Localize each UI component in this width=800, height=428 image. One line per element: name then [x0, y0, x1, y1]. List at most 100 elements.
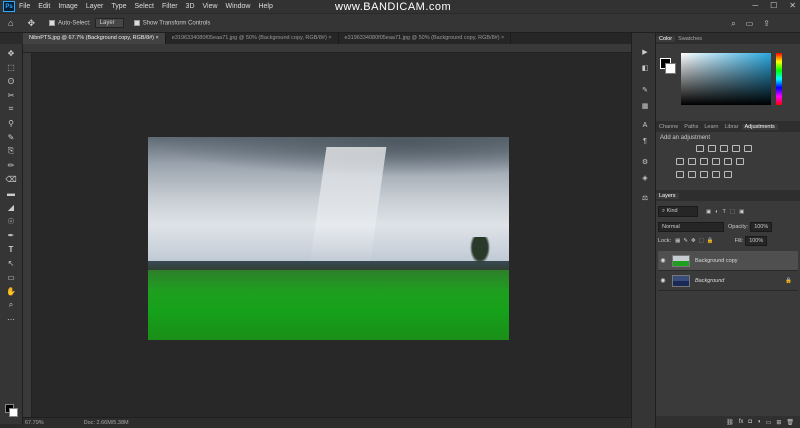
levels-icon[interactable]	[708, 145, 716, 152]
menu-image[interactable]: Image	[58, 3, 77, 10]
layer-row-background-copy[interactable]: ◉ Background copy	[658, 251, 798, 271]
dodge-tool-icon[interactable]: ☉	[5, 216, 17, 226]
lock-icons[interactable]: ▦✎✥⬚🔒	[675, 238, 716, 244]
tab-libraries[interactable]: Librar	[721, 124, 741, 130]
menu-3d[interactable]: 3D	[186, 3, 195, 10]
trash-icon[interactable]: 🗑	[786, 419, 794, 426]
close-button[interactable]: ✕	[789, 1, 796, 10]
tab-paths[interactable]: Paths	[681, 124, 701, 130]
menu-select[interactable]: Select	[135, 3, 154, 10]
document-image[interactable]	[148, 137, 509, 340]
group-icon[interactable]: ▭	[766, 419, 772, 426]
tab-document-3[interactable]: e3196334080f05eaa71.jpg @ 50% (Backgroun…	[339, 33, 512, 44]
photo-filter-icon[interactable]	[712, 158, 720, 165]
menu-edit[interactable]: Edit	[38, 3, 50, 10]
lasso-tool-icon[interactable]: ʘ	[5, 76, 17, 86]
styles-icon[interactable]: ◈	[640, 173, 650, 182]
path-selection-tool-icon[interactable]: ↖	[5, 258, 17, 268]
more-tools-icon[interactable]: ⋯	[5, 314, 17, 324]
move-tool-icon[interactable]: ✥	[27, 18, 35, 29]
menu-layer[interactable]: Layer	[86, 3, 104, 10]
tab-color[interactable]: Color	[656, 35, 676, 42]
rectangle-tool-icon[interactable]: ▭	[5, 272, 17, 282]
tab-layers[interactable]: Layers	[656, 192, 679, 199]
link-layers-icon[interactable]: ⛓	[726, 419, 734, 426]
mask-icon[interactable]: ◘	[748, 419, 752, 425]
color-balance-icon[interactable]	[688, 158, 696, 165]
eye-icon[interactable]: ◉	[658, 257, 668, 264]
gradient-tool-icon[interactable]: ◢	[5, 202, 17, 212]
show-transform-checkbox[interactable]: Show Transform Controls	[133, 19, 210, 26]
menu-file[interactable]: File	[19, 3, 30, 10]
maximize-button[interactable]: ☐	[770, 1, 777, 10]
posterize-icon[interactable]	[688, 171, 696, 178]
brightness-icon[interactable]	[696, 145, 704, 152]
menu-window[interactable]: Window	[226, 3, 251, 10]
color-background-swatch[interactable]	[665, 63, 676, 74]
background-color-swatch[interactable]	[9, 408, 18, 417]
menu-help[interactable]: Help	[258, 3, 272, 10]
layer-row-background[interactable]: ◉ Background 🔒	[658, 271, 798, 291]
properties-icon[interactable]: ◧	[640, 63, 650, 72]
selective-color-icon[interactable]	[724, 171, 732, 178]
menu-view[interactable]: View	[203, 3, 218, 10]
new-layer-icon[interactable]: ⊞	[776, 419, 781, 426]
workspace-icon[interactable]: ▭	[746, 19, 754, 29]
pen-tool-icon[interactable]: ✒	[5, 230, 17, 240]
color-lookup-icon[interactable]	[736, 158, 744, 165]
menu-type[interactable]: Type	[111, 3, 126, 10]
threshold-icon[interactable]	[700, 171, 708, 178]
channel-mixer-icon[interactable]	[724, 158, 732, 165]
curves-icon[interactable]	[720, 145, 728, 152]
clone-stamp-tool-icon[interactable]: ⌫	[5, 174, 17, 184]
layer-kind-filter[interactable]: ⌕ Kind	[658, 206, 698, 217]
type-tool-icon[interactable]: T	[5, 244, 17, 254]
hue-slider[interactable]	[776, 53, 782, 105]
tab-learn[interactable]: Learn	[701, 124, 721, 130]
tab-adjustments[interactable]: Adjustments	[741, 123, 778, 130]
timeline-icon[interactable]: ⚖	[640, 193, 650, 202]
black-white-icon[interactable]	[700, 158, 708, 165]
healing-brush-tool-icon[interactable]: ⎘	[5, 146, 17, 156]
blend-mode-select[interactable]: Normal	[658, 221, 724, 232]
glyphs-icon[interactable]: ⚙	[640, 157, 650, 166]
eraser-tool-icon[interactable]: ▬	[5, 188, 17, 198]
fill-input[interactable]: 100%	[745, 235, 768, 246]
exposure-icon[interactable]	[732, 145, 740, 152]
opacity-input[interactable]: 100%	[750, 221, 773, 232]
adjustment-layer-icon[interactable]: ◑	[757, 419, 761, 425]
marquee-tool-icon[interactable]: ⬚	[5, 62, 17, 72]
home-icon[interactable]: ⌂	[8, 18, 13, 28]
brush-settings-icon[interactable]: ✎	[640, 85, 650, 94]
auto-select-checkbox[interactable]: Auto-Select:	[48, 19, 91, 26]
filter-icons[interactable]: ▣◐T⬚▣	[706, 209, 748, 215]
magic-wand-tool-icon[interactable]: ✂	[5, 90, 17, 100]
eyedropper-tool-icon[interactable]: ✎	[5, 132, 17, 142]
vibrance-icon[interactable]	[744, 145, 752, 152]
tab-swatches[interactable]: Swatches	[675, 36, 705, 42]
swatches-icon[interactable]: ▦	[640, 101, 650, 110]
zoom-tool-icon[interactable]: ⌕	[5, 300, 17, 310]
tab-channels[interactable]: Channe	[656, 124, 681, 130]
character-icon[interactable]: A	[640, 121, 650, 130]
auto-select-dropdown[interactable]: Layer	[94, 18, 124, 28]
share-icon[interactable]: ⇪	[763, 19, 770, 29]
tab-document-1[interactable]: NibnPTS.jpg @ 67.7% (Background copy, RG…	[23, 33, 166, 44]
frame-tool-icon[interactable]: ⚲	[5, 118, 17, 128]
minimize-button[interactable]: ─	[752, 1, 758, 10]
zoom-level[interactable]: 67.79%	[25, 420, 44, 426]
brush-tool-icon[interactable]: ✏	[5, 160, 17, 170]
tab-document-2[interactable]: e3196334080f05eaa71.jpg @ 50% (Backgroun…	[166, 33, 339, 44]
color-picker-field[interactable]	[681, 53, 771, 105]
hand-tool-icon[interactable]: ✋	[5, 286, 17, 296]
move-tool-icon[interactable]: ✥	[5, 48, 17, 58]
paragraph-icon[interactable]: ¶	[640, 137, 650, 146]
history-icon[interactable]: ▶	[640, 47, 650, 56]
menu-filter[interactable]: Filter	[162, 3, 178, 10]
fx-icon[interactable]: fx	[739, 419, 744, 425]
eye-icon[interactable]: ◉	[658, 277, 668, 284]
gradient-map-icon[interactable]	[712, 171, 720, 178]
hue-saturation-icon[interactable]	[676, 158, 684, 165]
search-icon[interactable]: ⌕	[731, 19, 735, 29]
crop-tool-icon[interactable]: ⌗	[5, 104, 17, 114]
